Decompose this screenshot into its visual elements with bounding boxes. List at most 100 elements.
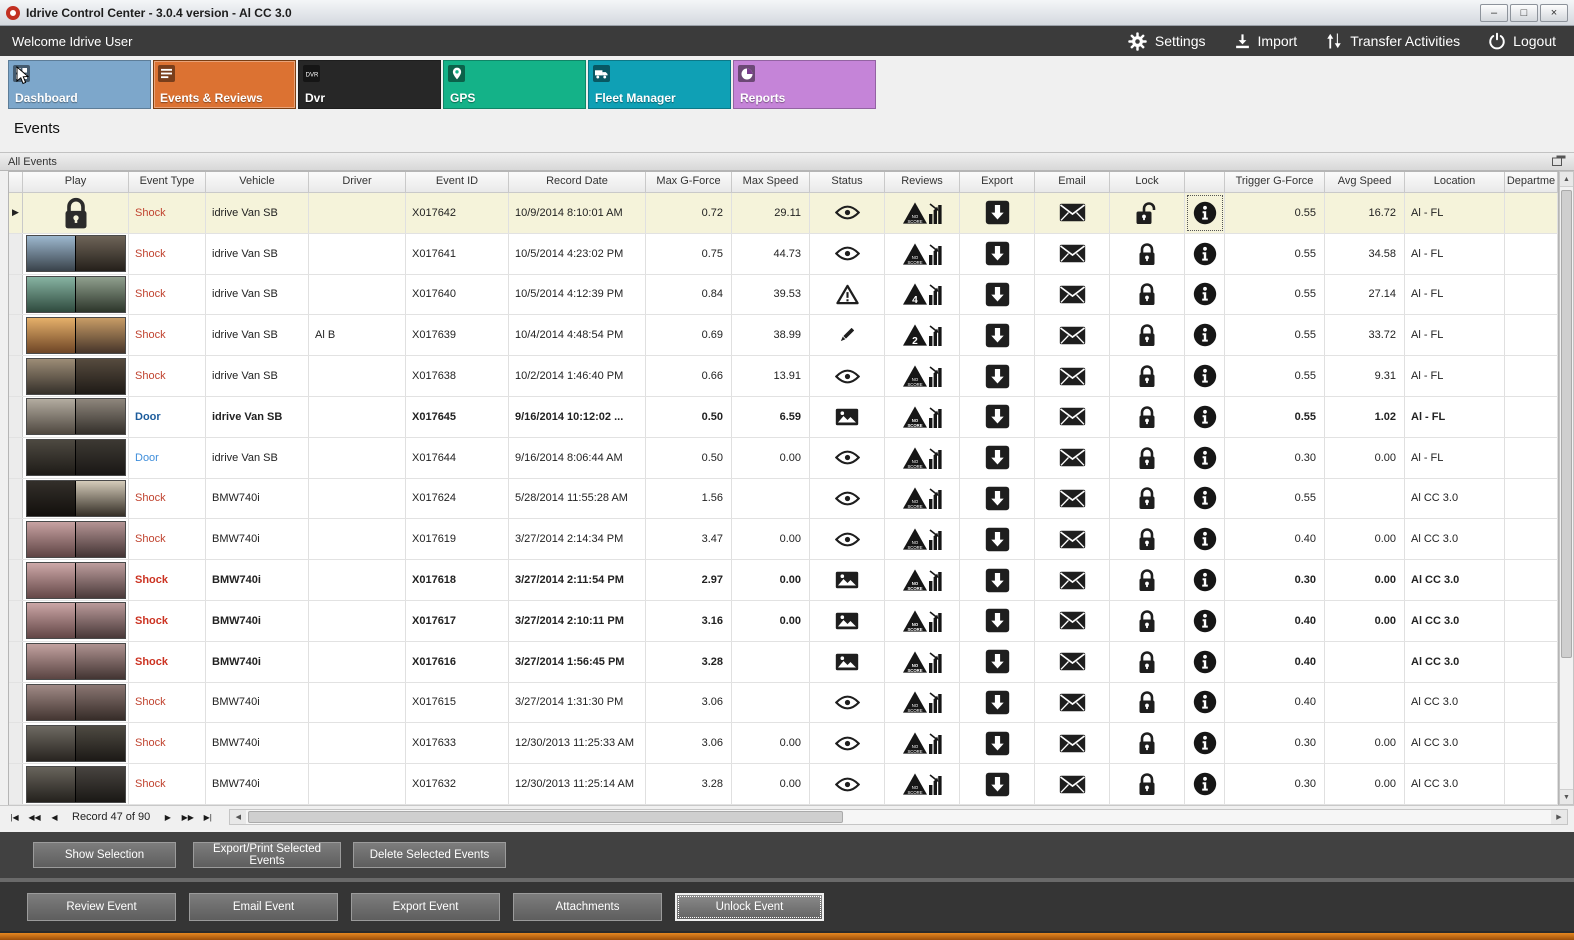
export-event-button[interactable]: Export Event: [351, 892, 500, 921]
cell-status[interactable]: [810, 723, 885, 764]
email-icon[interactable]: [1059, 367, 1086, 386]
column-header[interactable]: Driver: [309, 172, 406, 192]
table-row[interactable]: Door idrive Van SB X017645 9/16/2014 10:12:…: [9, 396, 1558, 438]
export-icon[interactable]: [985, 772, 1010, 797]
cell-play[interactable]: [23, 356, 129, 396]
cell-status[interactable]: [810, 764, 885, 804]
email-icon[interactable]: [1059, 611, 1086, 630]
cell-play[interactable]: [23, 396, 129, 437]
cell-play[interactable]: [23, 723, 129, 764]
cell-email[interactable]: [1035, 723, 1110, 764]
cell-info[interactable]: [1185, 274, 1225, 315]
cell-lock[interactable]: [1110, 560, 1185, 600]
info-icon[interactable]: [1193, 527, 1217, 551]
event-thumbnail[interactable]: [25, 275, 126, 313]
cell-lock[interactable]: [1110, 641, 1185, 682]
column-header[interactable]: Vehicle: [206, 172, 309, 192]
column-header[interactable]: Play: [23, 172, 129, 192]
lock-icon[interactable]: [1137, 486, 1157, 510]
cell-reviews[interactable]: 4: [885, 274, 960, 315]
lock-icon[interactable]: [1137, 731, 1157, 755]
delete-selected-button[interactable]: Delete Selected Events: [353, 842, 506, 868]
scroll-up-icon[interactable]: ▲: [1560, 172, 1573, 187]
cell-status[interactable]: [810, 315, 885, 356]
info-icon[interactable]: [1193, 731, 1217, 755]
column-header[interactable]: Export: [960, 172, 1035, 192]
export-icon[interactable]: [985, 282, 1010, 307]
cell-export[interactable]: [960, 560, 1035, 600]
table-row[interactable]: Door idrive Van SB X017644 9/16/2014 8:06:4…: [9, 437, 1558, 479]
float-panel-icon[interactable]: [1552, 155, 1566, 169]
cell-email[interactable]: [1035, 560, 1110, 600]
unlock-icon[interactable]: [1135, 201, 1159, 225]
cell-info[interactable]: [1185, 315, 1225, 356]
email-icon[interactable]: [1059, 693, 1086, 712]
info-icon[interactable]: [1193, 364, 1217, 388]
cell-lock[interactable]: [1110, 478, 1185, 519]
cell-export[interactable]: [960, 723, 1035, 764]
cell-status[interactable]: [810, 396, 885, 437]
review-score-badge[interactable]: NO SCORE: [902, 690, 942, 714]
lock-icon[interactable]: [1137, 568, 1157, 592]
event-thumbnail[interactable]: [25, 602, 126, 640]
event-thumbnail[interactable]: [25, 520, 126, 558]
export-icon[interactable]: [985, 527, 1010, 552]
cell-email[interactable]: [1035, 764, 1110, 804]
event-thumbnail[interactable]: [25, 561, 126, 599]
info-icon[interactable]: [1193, 690, 1217, 714]
event-thumbnail[interactable]: [25, 724, 126, 762]
event-thumbnail[interactable]: [25, 765, 126, 803]
review-score-badge[interactable]: NO SCORE: [902, 568, 942, 592]
cell-email[interactable]: [1035, 233, 1110, 274]
cell-status[interactable]: [810, 478, 885, 519]
lock-icon[interactable]: [1137, 690, 1157, 714]
cell-lock[interactable]: [1110, 356, 1185, 396]
cell-export[interactable]: [960, 641, 1035, 682]
review-score-badge[interactable]: NO SCORE: [902, 650, 942, 674]
cell-status[interactable]: [810, 560, 885, 600]
lock-icon[interactable]: [1137, 242, 1157, 266]
lock-icon[interactable]: [1137, 282, 1157, 306]
horizontal-scrollbar[interactable]: ◀ ▶: [229, 809, 1568, 825]
info-icon[interactable]: [1193, 446, 1217, 470]
cell-export[interactable]: [960, 315, 1035, 356]
info-icon[interactable]: [1193, 201, 1217, 225]
cell-export[interactable]: [960, 396, 1035, 437]
email-icon[interactable]: [1059, 530, 1086, 549]
review-score-badge[interactable]: NO SCORE: [902, 772, 942, 796]
cell-info[interactable]: [1185, 396, 1225, 437]
lock-icon[interactable]: [1137, 405, 1157, 429]
export-icon[interactable]: [985, 608, 1010, 633]
info-icon[interactable]: [1193, 609, 1217, 633]
cell-info[interactable]: [1185, 682, 1225, 723]
column-header[interactable]: Event ID: [406, 172, 509, 192]
cell-reviews[interactable]: NO SCORE: [885, 764, 960, 804]
review-score-badge[interactable]: 2: [902, 323, 942, 347]
cell-info[interactable]: [1185, 600, 1225, 641]
cell-reviews[interactable]: NO SCORE: [885, 396, 960, 437]
cell-status[interactable]: [810, 600, 885, 641]
scroll-down-icon[interactable]: ▼: [1560, 789, 1573, 804]
cell-email[interactable]: [1035, 641, 1110, 682]
lock-icon[interactable]: [1137, 446, 1157, 470]
column-header[interactable]: Trigger G-Force: [1225, 172, 1325, 192]
cell-reviews[interactable]: NO SCORE: [885, 641, 960, 682]
cell-info[interactable]: [1185, 478, 1225, 519]
review-event-button[interactable]: Review Event: [27, 892, 176, 921]
cell-email[interactable]: [1035, 396, 1110, 437]
cell-lock[interactable]: [1110, 437, 1185, 478]
cell-play[interactable]: [23, 764, 129, 804]
event-thumbnail[interactable]: [25, 643, 126, 681]
cell-reviews[interactable]: NO SCORE: [885, 193, 960, 233]
cell-play[interactable]: [23, 193, 129, 233]
export-icon[interactable]: [985, 649, 1010, 674]
minimize-button[interactable]: –: [1480, 3, 1508, 22]
lock-icon[interactable]: [1137, 527, 1157, 551]
info-icon[interactable]: [1193, 323, 1217, 347]
table-row[interactable]: Shock BMW740i X017618 3/27/2014 2:11:54 PM 2…: [9, 560, 1558, 601]
cell-reviews[interactable]: NO SCORE: [885, 437, 960, 478]
column-header[interactable]: Avg Speed: [1325, 172, 1405, 192]
vertical-scrollbar[interactable]: ▲ ▼: [1559, 171, 1574, 805]
review-score-badge[interactable]: NO SCORE: [902, 527, 942, 551]
export-icon[interactable]: [985, 200, 1010, 225]
